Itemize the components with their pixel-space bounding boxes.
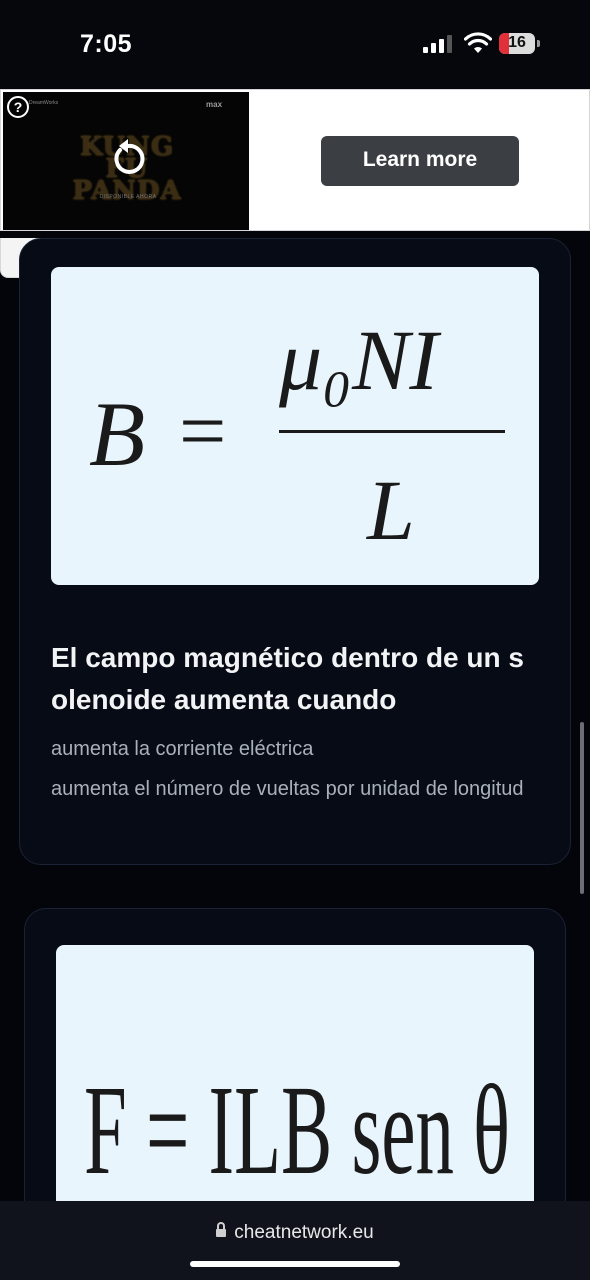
wifi-icon (464, 32, 492, 53)
battery-level: 16 (508, 34, 526, 51)
formula-equals: = (179, 385, 226, 478)
formula-lhs: B (89, 383, 145, 485)
answer-item: aumenta el número de vueltas por unidad … (51, 778, 524, 800)
fraction-bar (279, 430, 505, 433)
formula-numerator: μ₀NI (278, 312, 441, 408)
solenoid-formula: B = μ₀NI L (89, 312, 505, 558)
url-text[interactable]: cheatnetwork.eu (234, 1222, 373, 1243)
scrollbar[interactable] (580, 722, 584, 894)
question-card: F = ILB sen θ (24, 908, 566, 1238)
home-indicator[interactable] (190, 1261, 400, 1267)
question-card: B = μ₀NI L El campo magnético dentro de … (19, 238, 571, 865)
ad-caption: DreamWorks (29, 100, 59, 106)
formula-denominator: L (365, 462, 415, 558)
cellular-signal-icon (423, 35, 453, 53)
status-bar: 7:05 16 (0, 0, 590, 88)
ad-banner[interactable]: ? DreamWorks max KUNG FU PANDA DISPONIBL… (0, 89, 590, 231)
ad-brand-logo: max (206, 100, 223, 109)
lock-icon (216, 1222, 227, 1237)
formula-image: B = μ₀NI L (51, 267, 539, 585)
battery-icon: 16 (499, 33, 535, 54)
formula-image: F = ILB sen θ (56, 945, 534, 1237)
ad-video[interactable]: ? DreamWorks max KUNG FU PANDA DISPONIBL… (3, 92, 249, 230)
answer-item: aumenta la corriente eléctrica (51, 738, 314, 760)
ad-available-text: DISPONIBLE AHORA (99, 194, 157, 200)
clock: 7:05 (80, 30, 133, 58)
learn-more-button[interactable]: Learn more (321, 136, 519, 186)
question-text: El campo magnético dentro de un solenoid… (51, 642, 524, 715)
help-icon[interactable]: ? (7, 96, 29, 118)
replay-icon[interactable] (108, 138, 148, 178)
force-formula: F = ILB sen θ (84, 1059, 510, 1201)
force-formula-text: F = ILB sen θ (84, 1059, 510, 1201)
browser-address-bar[interactable]: cheatnetwork.eu (0, 1201, 590, 1280)
